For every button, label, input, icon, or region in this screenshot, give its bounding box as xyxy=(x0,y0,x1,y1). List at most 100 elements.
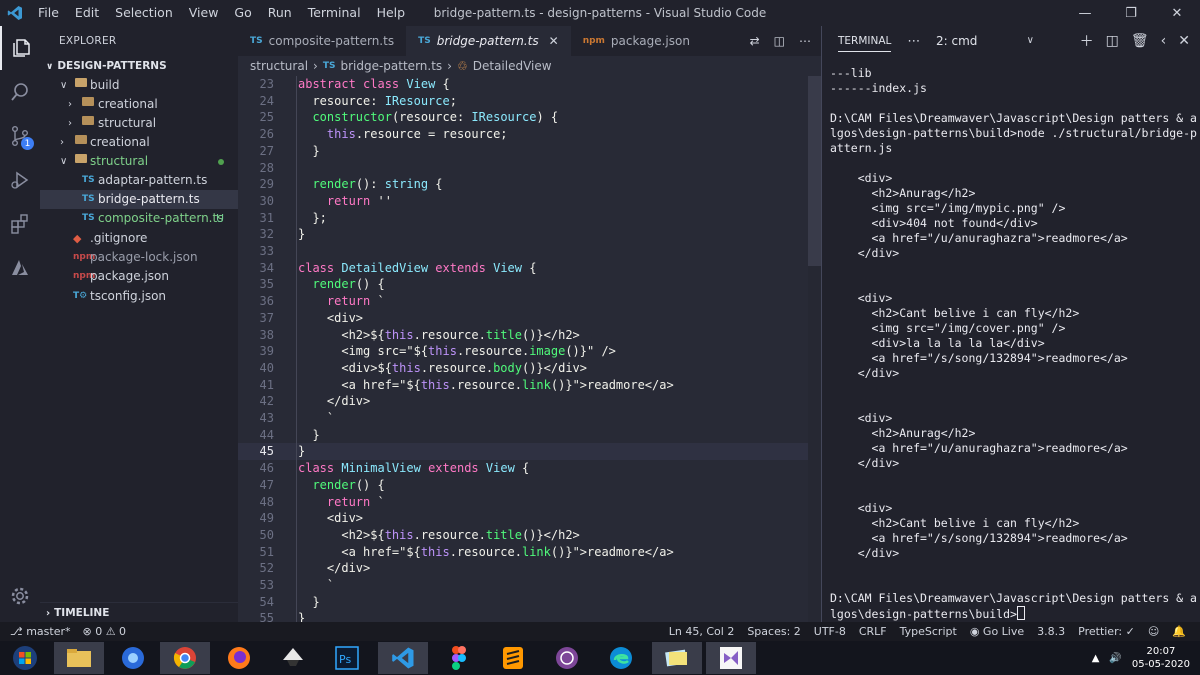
timeline-section[interactable]: › TIMELINE xyxy=(40,602,238,622)
code-line[interactable]: 51 <a href="${this.resource.link()}">rea… xyxy=(238,544,808,561)
code-line[interactable]: 46 class MinimalView extends View { xyxy=(238,460,808,477)
code-line[interactable]: 41 <a href="${this.resource.link()}">rea… xyxy=(238,377,808,394)
code-line[interactable]: 30 return '' xyxy=(238,193,808,210)
code-line[interactable]: 31 }; xyxy=(238,210,808,227)
breadcrumb-file[interactable]: bridge-pattern.ts xyxy=(340,56,442,76)
terminal-output[interactable]: ---lib ------index.js D:\CAM Files\Dreamwa… xyxy=(830,66,1197,621)
indentation[interactable]: Spaces: 2 xyxy=(747,625,800,638)
menu-file[interactable]: File xyxy=(30,0,67,26)
tree-item-creational[interactable]: › creational xyxy=(40,133,238,152)
code-line[interactable]: 43 ` xyxy=(238,410,808,427)
go-live-button[interactable]: ◉ Go Live xyxy=(970,625,1024,638)
tree-item-package-json[interactable]: npm package.json xyxy=(40,267,238,286)
code-line[interactable]: 47 render() { xyxy=(238,477,808,494)
code-line[interactable]: 25 constructor(resource: IResource) { xyxy=(238,109,808,126)
code-editor[interactable]: 23 abstract class View {24 resource: IRes… xyxy=(238,76,808,622)
code-line[interactable]: 40 <div>${this.resource.body()}</div> xyxy=(238,360,808,377)
code-line[interactable]: 32} xyxy=(238,226,808,243)
tree-item-package-lock[interactable]: npm package-lock.json xyxy=(40,248,238,267)
code-line[interactable]: 36 return ` xyxy=(238,293,808,310)
code-line[interactable]: 49 <div> xyxy=(238,510,808,527)
feedback-icon[interactable]: ☺ xyxy=(1148,625,1159,638)
close-icon[interactable]: ✕ xyxy=(1154,0,1200,26)
workspace-section[interactable]: ∨ DESIGN-PATTERNS xyxy=(40,56,238,76)
code-line[interactable]: 24 resource: IResource; xyxy=(238,93,808,110)
close-tab-icon[interactable]: ✕ xyxy=(549,26,559,56)
extensions-icon[interactable] xyxy=(0,202,40,246)
code-line[interactable]: 55} xyxy=(238,610,808,622)
run-debug-icon[interactable] xyxy=(0,158,40,202)
menu-run[interactable]: Run xyxy=(260,0,300,26)
terminal-select[interactable]: 2: cmd ∨ xyxy=(928,30,1040,52)
explorer-icon[interactable] xyxy=(0,26,40,70)
tree-item-gitignore[interactable]: ◆ .gitignore xyxy=(40,229,238,248)
close-panel-icon[interactable]: ✕ xyxy=(1178,33,1190,49)
split-editor-icon[interactable]: ◫ xyxy=(774,34,785,48)
code-line[interactable]: 45} xyxy=(238,443,808,461)
search-icon[interactable] xyxy=(0,70,40,114)
file-explorer-icon[interactable] xyxy=(54,642,104,674)
menu-view[interactable]: View xyxy=(181,0,227,26)
code-line[interactable]: 28 xyxy=(238,160,808,177)
edge-icon[interactable] xyxy=(596,642,646,674)
code-line[interactable]: 52 </div> xyxy=(238,560,808,577)
chrome-icon[interactable] xyxy=(160,642,210,674)
restore-icon[interactable]: ❐ xyxy=(1108,0,1154,26)
code-line[interactable]: 38 <h2>${this.resource.title()}</h2> xyxy=(238,327,808,344)
breadcrumb-folder[interactable]: structural xyxy=(250,56,308,76)
menu-selection[interactable]: Selection xyxy=(107,0,181,26)
more-actions-icon[interactable]: ⋯ xyxy=(907,34,920,49)
encoding[interactable]: UTF-8 xyxy=(814,625,846,638)
code-line[interactable]: 42 </div> xyxy=(238,393,808,410)
trash-icon[interactable]: 🗑 xyxy=(1131,33,1149,49)
tree-item-build[interactable]: ∨ build xyxy=(40,76,238,95)
problems-count[interactable]: ⊗ 0 ⚠ 0 xyxy=(82,625,126,638)
notifications-icon[interactable]: 🔔 xyxy=(1172,625,1186,638)
terminal-tab[interactable]: TERMINAL xyxy=(838,35,892,52)
vscode-icon[interactable] xyxy=(378,642,428,674)
tor-browser-icon[interactable] xyxy=(542,642,592,674)
tree-item-build-creational[interactable]: › creational xyxy=(40,95,238,114)
code-line[interactable]: 35 render() { xyxy=(238,276,808,293)
code-line[interactable]: 39 <img src="${this.resource.image()}" /… xyxy=(238,343,808,360)
source-control-icon[interactable]: 1 xyxy=(0,114,40,158)
code-line[interactable]: 33 xyxy=(238,243,808,260)
photos-icon[interactable] xyxy=(652,642,702,674)
code-line[interactable]: 44 } xyxy=(238,427,808,444)
more-actions-icon[interactable]: ⋯ xyxy=(799,34,811,48)
minimize-icon[interactable]: — xyxy=(1062,0,1108,26)
tab-package-json[interactable]: npm package.json xyxy=(570,26,702,56)
code-line[interactable]: 53 ` xyxy=(238,577,808,594)
tab-composite-pattern[interactable]: TS composite-pattern.ts xyxy=(238,26,407,56)
menu-terminal[interactable]: Terminal xyxy=(300,0,369,26)
clock[interactable]: 20:07 05-05-2020 xyxy=(1132,645,1190,671)
photoshop-icon[interactable]: Ps xyxy=(322,642,372,674)
code-line[interactable]: 26 this.resource = resource; xyxy=(238,126,808,143)
figma-icon[interactable] xyxy=(434,642,484,674)
breadcrumb-symbol[interactable]: DetailedView xyxy=(473,56,552,76)
visual-studio-icon[interactable] xyxy=(706,642,756,674)
tray-overflow-icon[interactable]: ▲ xyxy=(1092,653,1100,664)
tree-item-build-structural[interactable]: › structural xyxy=(40,114,238,133)
code-line[interactable]: 54 } xyxy=(238,594,808,611)
git-branch[interactable]: ⎇ master* xyxy=(10,625,70,638)
code-line[interactable]: 37 <div> xyxy=(238,310,808,327)
menu-help[interactable]: Help xyxy=(369,0,414,26)
compare-changes-icon[interactable]: ⇄ xyxy=(750,34,760,48)
firefox-dev-icon[interactable] xyxy=(108,642,158,674)
azure-icon[interactable] xyxy=(0,246,40,290)
typescript-version[interactable]: 3.8.3 xyxy=(1037,625,1065,638)
code-line[interactable]: 23 abstract class View { xyxy=(238,76,808,93)
volume-icon[interactable]: 🔊 xyxy=(1109,653,1121,664)
code-line[interactable]: 27 } xyxy=(238,143,808,160)
tree-item-composite-pattern[interactable]: TS composite-pattern.ts U xyxy=(40,209,238,228)
start-button-icon[interactable] xyxy=(0,642,50,674)
sublime-icon[interactable] xyxy=(488,642,538,674)
tree-item-tsconfig[interactable]: T⚙ tsconfig.json xyxy=(40,287,238,306)
tree-item-adaptar-pattern[interactable]: TS adaptar-pattern.ts xyxy=(40,171,238,190)
code-line[interactable]: 50 <h2>${this.resource.title()}</h2> xyxy=(238,527,808,544)
firefox-icon[interactable] xyxy=(214,642,264,674)
inkscape-icon[interactable] xyxy=(268,642,318,674)
gear-icon[interactable] xyxy=(0,574,40,618)
tab-bridge-pattern[interactable]: TS bridge-pattern.ts ✕ xyxy=(406,26,571,56)
